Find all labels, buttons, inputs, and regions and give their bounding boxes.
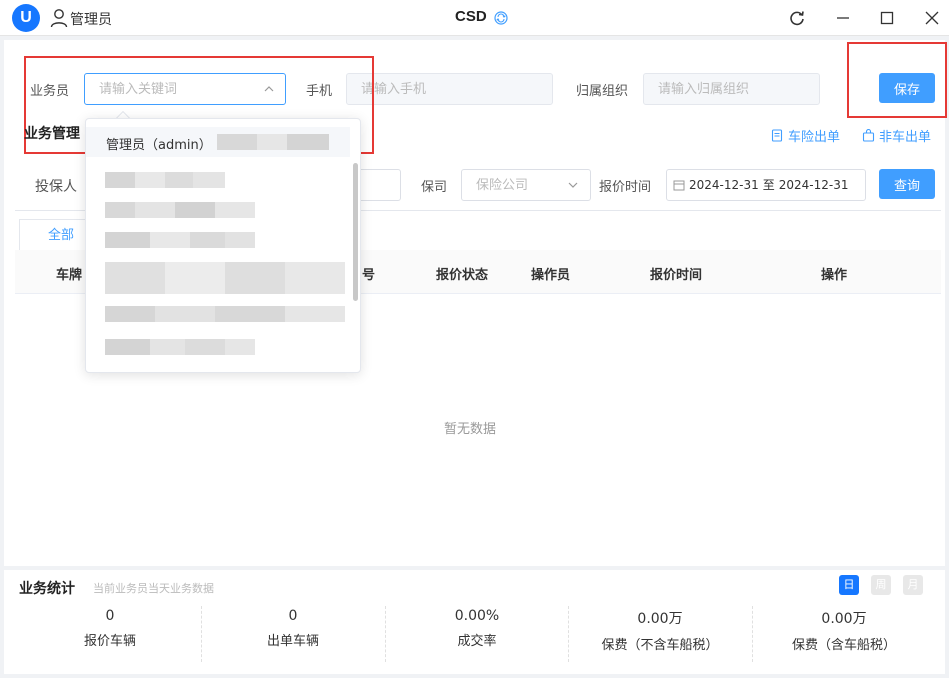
- non-car-link[interactable]: 非车出单: [862, 126, 931, 145]
- document-icon: [771, 129, 783, 142]
- stat-value: 0.00万: [821, 611, 867, 627]
- date-end: 2024-12-31: [778, 178, 849, 192]
- stat-label: 保费（含车船税）: [791, 638, 896, 653]
- minimize-button[interactable]: [831, 6, 855, 30]
- period-week-button[interactable]: 周: [871, 575, 891, 595]
- dropdown-option-label: 管理员（admin）: [106, 138, 212, 153]
- app-title: CSD: [455, 8, 487, 25]
- dropdown-option[interactable]: [86, 195, 350, 225]
- date-separator: 至: [762, 178, 775, 192]
- column-header: 操作: [821, 268, 848, 283]
- empty-state: 暂无数据: [444, 422, 497, 437]
- redacted-text: [217, 134, 329, 150]
- column-header: 车牌: [56, 268, 83, 283]
- chevron-up-icon: [264, 86, 274, 92]
- column-header: 报价状态: [436, 268, 489, 283]
- phone-input[interactable]: [346, 73, 553, 105]
- salesman-input[interactable]: [84, 73, 286, 105]
- user-icon: [50, 9, 68, 28]
- salesman-dropdown: 管理员（admin）: [85, 118, 361, 373]
- dropdown-option[interactable]: [86, 225, 350, 255]
- salesman-label: 业务员: [30, 84, 70, 99]
- chevron-down-icon: [568, 182, 578, 188]
- stat-value: 0: [105, 608, 115, 624]
- redacted-text: [105, 262, 345, 294]
- period-month-button[interactable]: 月: [903, 575, 923, 595]
- stat-label: 成交率: [457, 634, 497, 649]
- phone-label: 手机: [306, 84, 333, 99]
- stats-subtitle: 当前业务员当天业务数据: [93, 582, 214, 595]
- maximize-icon: [880, 11, 894, 25]
- stat-premium-incl-tax: 0.00万 保费（含车船税）: [753, 608, 935, 653]
- stat-value: 0.00万: [637, 611, 683, 627]
- query-button[interactable]: 查询: [879, 169, 935, 199]
- stat-quoted-vehicles: 0 报价车辆: [19, 608, 201, 649]
- stat-value: 0.00%: [454, 608, 500, 624]
- org-input[interactable]: [643, 73, 820, 105]
- dropdown-option[interactable]: [86, 165, 350, 195]
- redacted-text: [105, 339, 255, 355]
- minimize-icon: [837, 17, 849, 19]
- dropdown-option[interactable]: 管理员（admin）: [86, 127, 350, 157]
- date-start: 2024-12-31: [689, 178, 759, 192]
- sync-icon[interactable]: [494, 11, 508, 25]
- stat-conversion-rate: 0.00% 成交率: [386, 608, 568, 649]
- stat-label: 保费（不含车船税）: [601, 638, 719, 653]
- stats-title: 业务统计: [19, 581, 75, 597]
- calendar-icon: [673, 180, 685, 191]
- title-bar: U 管理员 CSD: [0, 0, 949, 36]
- redacted-text: [105, 202, 255, 218]
- insured-input[interactable]: [355, 169, 401, 201]
- user-name[interactable]: 管理员: [70, 9, 112, 29]
- dropdown-option[interactable]: [86, 255, 350, 299]
- save-button[interactable]: 保存: [879, 73, 935, 103]
- redacted-text: [105, 232, 255, 248]
- column-header: 操作员: [531, 268, 571, 283]
- refresh-button[interactable]: [785, 6, 809, 30]
- refresh-icon: [790, 11, 804, 26]
- stats-panel: 业务统计 当前业务员当天业务数据 日 周 月 0 报价车辆 0 出单车辆 0.0…: [4, 570, 945, 674]
- quote-time-label: 报价时间: [599, 180, 652, 195]
- insurer-label: 保司: [421, 180, 448, 195]
- column-header: 号: [362, 268, 376, 283]
- redacted-text: [105, 306, 345, 322]
- date-range-picker[interactable]: 2024-12-31 至 2024-12-31: [666, 169, 866, 201]
- period-day-button[interactable]: 日: [839, 575, 859, 595]
- section-title: 业务管理: [24, 126, 80, 142]
- maximize-button[interactable]: [875, 6, 899, 30]
- dropdown-option[interactable]: [86, 329, 350, 359]
- stat-premium-excl-tax: 0.00万 保费（不含车船税）: [569, 608, 751, 653]
- insured-label: 投保人: [35, 179, 77, 195]
- car-insurance-link-label: 车险出单: [788, 130, 841, 145]
- stat-label: 报价车辆: [83, 634, 136, 649]
- dropdown-scrollbar[interactable]: [353, 163, 358, 301]
- stat-issued-vehicles: 0 出单车辆: [202, 608, 384, 649]
- bag-icon: [862, 129, 875, 142]
- close-icon: [925, 11, 939, 25]
- app-logo: U: [12, 4, 40, 32]
- car-insurance-link[interactable]: 车险出单: [771, 126, 840, 145]
- stat-label: 出单车辆: [266, 634, 319, 649]
- org-label: 归属组织: [576, 84, 629, 99]
- close-button[interactable]: [920, 6, 944, 30]
- column-header: 报价时间: [650, 268, 703, 283]
- stat-value: 0: [288, 608, 298, 624]
- redacted-text: [105, 172, 225, 188]
- dropdown-option[interactable]: [86, 299, 350, 329]
- non-car-link-label: 非车出单: [879, 130, 932, 145]
